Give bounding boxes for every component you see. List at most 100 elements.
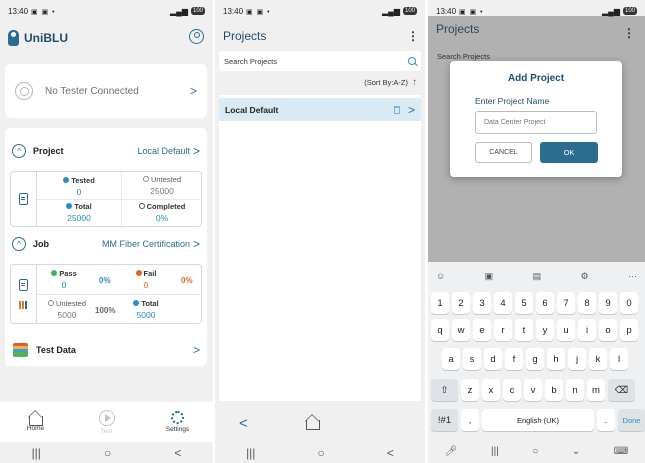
- tester-status-card[interactable]: No Tester Connected >: [5, 64, 207, 118]
- key-r[interactable]: r: [494, 319, 512, 341]
- key-4[interactable]: 4: [494, 292, 512, 314]
- key-t[interactable]: t: [515, 319, 533, 341]
- gear-icon: [171, 411, 184, 424]
- page-title: Projects: [223, 29, 267, 43]
- more-options-icon[interactable]: ⋮: [407, 29, 419, 43]
- ok-button[interactable]: OK: [540, 142, 598, 163]
- collapse-icon[interactable]: ^: [12, 144, 26, 158]
- microphone-icon[interactable]: 🎤︎: [445, 446, 458, 457]
- clipboard-icon[interactable]: ▤: [533, 271, 542, 282]
- letter-row-2: asdfghjkl: [442, 348, 628, 370]
- key-1[interactable]: 1: [431, 292, 449, 314]
- key-q[interactable]: q: [431, 319, 449, 341]
- key-d[interactable]: d: [484, 348, 502, 370]
- battery-icon: 100: [402, 7, 417, 15]
- done-key[interactable]: Done: [618, 409, 645, 431]
- key-p[interactable]: p: [620, 319, 638, 341]
- space-key[interactable]: English (UK): [482, 409, 594, 431]
- key-u[interactable]: u: [557, 319, 575, 341]
- key-b[interactable]: b: [545, 379, 563, 401]
- key-3[interactable]: 3: [473, 292, 491, 314]
- project-value: Local Default: [137, 146, 190, 156]
- key-v[interactable]: v: [524, 379, 542, 401]
- play-icon: [98, 409, 115, 426]
- home-button[interactable]: ○: [104, 446, 111, 460]
- nav-test[interactable]: Test: [82, 409, 132, 435]
- shift-key[interactable]: ⇧: [431, 379, 458, 401]
- sort-control[interactable]: (Sort By:A-Z) ↑: [364, 77, 417, 88]
- key-f[interactable]: f: [505, 348, 523, 370]
- search-icon[interactable]: [408, 57, 416, 65]
- pass-icon: [51, 270, 58, 276]
- nav-settings[interactable]: Settings: [153, 411, 203, 433]
- nav-home[interactable]: Home: [11, 413, 61, 432]
- more-icon[interactable]: ···: [628, 271, 637, 281]
- sort-arrow-icon[interactable]: ↑: [412, 77, 417, 88]
- home-icon[interactable]: [305, 420, 320, 430]
- key-w[interactable]: w: [452, 319, 470, 341]
- status-time: 13:40: [436, 6, 457, 16]
- gear-icon[interactable]: ⚙: [581, 271, 589, 282]
- back-button[interactable]: <: [387, 446, 394, 460]
- status-time: 13:40: [8, 6, 29, 16]
- job-total-value: 5000: [136, 310, 156, 320]
- key-g[interactable]: g: [526, 348, 544, 370]
- project-row[interactable]: ^ Project Local Default >: [12, 140, 200, 162]
- key-l[interactable]: l: [610, 348, 628, 370]
- home-button[interactable]: ○: [532, 446, 538, 457]
- key-5[interactable]: 5: [515, 292, 533, 314]
- test-data-row[interactable]: Test Data >: [13, 340, 200, 360]
- delete-icon[interactable]: [393, 105, 400, 114]
- key-e[interactable]: e: [473, 319, 491, 341]
- cancel-button[interactable]: CANCEL: [475, 142, 532, 163]
- key-m[interactable]: m: [587, 379, 605, 401]
- back-button[interactable]: <: [174, 446, 181, 460]
- project-stats: Tested 0 Untested 25000 Total 25000 Comp…: [10, 171, 202, 228]
- emoji-icon[interactable]: ☺: [436, 271, 445, 281]
- sticker-icon[interactable]: ▣: [485, 271, 494, 282]
- recents-button[interactable]: |||: [32, 446, 41, 460]
- key-8[interactable]: 8: [578, 292, 596, 314]
- key-c[interactable]: c: [503, 379, 521, 401]
- key-7[interactable]: 7: [557, 292, 575, 314]
- key-s[interactable]: s: [463, 348, 481, 370]
- key-h[interactable]: h: [547, 348, 565, 370]
- key-i[interactable]: i: [578, 319, 596, 341]
- comma-key[interactable]: ,: [461, 409, 479, 431]
- symbols-key[interactable]: !#1: [431, 409, 458, 431]
- key-2[interactable]: 2: [452, 292, 470, 314]
- signal-icon: ▂▄▆: [382, 6, 400, 16]
- key-a[interactable]: a: [442, 348, 460, 370]
- back-arrow-icon[interactable]: <: [239, 415, 248, 432]
- key-k[interactable]: k: [589, 348, 607, 370]
- status-time: 13:40: [223, 6, 244, 16]
- key-n[interactable]: n: [566, 379, 584, 401]
- home-button[interactable]: ○: [318, 446, 325, 460]
- keyboard-icon[interactable]: ⌨: [614, 446, 628, 457]
- key-x[interactable]: x: [482, 379, 500, 401]
- period-key[interactable]: .: [597, 409, 615, 431]
- recents-button[interactable]: |||: [246, 446, 255, 460]
- collapse-icon[interactable]: ^: [12, 237, 26, 251]
- untested-cell: Untested 25000: [123, 175, 201, 196]
- key-y[interactable]: y: [536, 319, 554, 341]
- backspace-key[interactable]: ⌫: [608, 379, 635, 401]
- sort-label: (Sort By:A-Z): [364, 78, 408, 87]
- project-name-input[interactable]: [475, 111, 597, 134]
- profile-icon[interactable]: [189, 29, 204, 44]
- key-9[interactable]: 9: [599, 292, 617, 314]
- number-row: 1234567890: [431, 292, 638, 314]
- hide-keyboard-icon[interactable]: ⌄: [572, 446, 580, 457]
- job-row[interactable]: ^ Job MM Fiber Certification >: [12, 233, 200, 255]
- key-0[interactable]: 0: [620, 292, 638, 314]
- key-z[interactable]: z: [461, 379, 479, 401]
- key-o[interactable]: o: [599, 319, 617, 341]
- app-header: UniBLU: [0, 24, 213, 52]
- status-icons: ▣ ▣ •: [459, 8, 484, 16]
- job-value: MM Fiber Certification: [101, 239, 190, 249]
- search-input[interactable]: Search Projects: [219, 51, 421, 71]
- key-6[interactable]: 6: [536, 292, 554, 314]
- recents-button[interactable]: |||: [491, 446, 499, 457]
- key-j[interactable]: j: [568, 348, 586, 370]
- list-item[interactable]: Local Default >: [219, 98, 421, 121]
